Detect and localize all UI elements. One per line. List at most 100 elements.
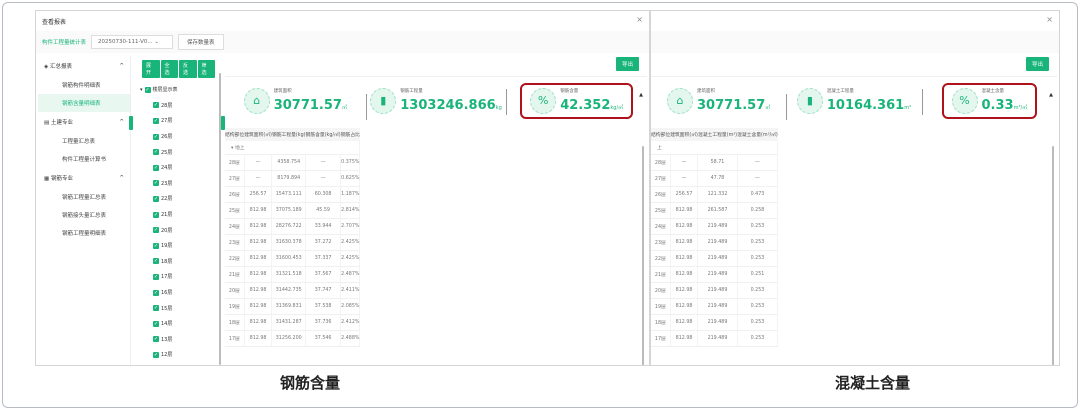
column-header[interactable]: 结构部位 (225, 128, 245, 141)
sidebar-item[interactable]: 工程量汇总表 (38, 132, 130, 150)
table-row[interactable]: 22层 812.98 31600.453 37.337 2.425% (225, 250, 361, 267)
checkbox[interactable]: ✓ (153, 164, 159, 171)
checkbox[interactable]: ✓ (153, 117, 159, 124)
table-scrollbar[interactable] (1052, 146, 1054, 365)
ratio-icon: % (530, 87, 557, 114)
tree-floor-node[interactable]: ✓ 13层 (136, 332, 221, 348)
tree-button[interactable]: 筛选 (197, 60, 215, 78)
tree-button[interactable]: 反选 (179, 60, 197, 78)
sidebar-item[interactable]: 钢筋含量明细表 (38, 94, 130, 112)
tree-floor-node[interactable]: ✓ 26层 (136, 129, 221, 145)
tree-floor-node[interactable]: ✓ 16层 (136, 285, 221, 301)
table-scrollbar[interactable] (642, 146, 644, 365)
tree-floor-node[interactable]: ✓ 27层 (136, 113, 221, 129)
bar-chart-icon: ▮ (796, 87, 823, 114)
collapse-cards-icon[interactable]: ▲ (639, 92, 643, 98)
checkbox[interactable]: ✓ (153, 102, 159, 109)
column-header[interactable]: 建筑面积(㎡) (244, 128, 272, 141)
tree-floor-node[interactable]: ✓ 14层 (136, 316, 221, 332)
table-row[interactable]: 27层 —8179.894—0.625% (225, 170, 361, 187)
checkbox[interactable]: ✓ (153, 273, 159, 280)
column-header[interactable]: 混凝土工程量(m³) (697, 128, 738, 141)
table-row[interactable]: 21层 812.98 219.489 0.251 (651, 266, 779, 283)
table-row[interactable]: 28层 —4358.754—0.375% (225, 154, 361, 171)
table-row[interactable]: 19层 812.98 31369.831 37.538 2.085% (225, 298, 361, 315)
table-row[interactable]: 25层 812.98 261.587 0.258 (651, 202, 779, 219)
collapse-cards-icon[interactable]: ▲ (1049, 92, 1053, 98)
tree-floor-node[interactable]: ✓ 22层 (136, 191, 221, 207)
column-header[interactable]: 建筑面积(㎡) (670, 128, 698, 141)
version-dropdown[interactable]: 20250730-111-V0... ⌄ (91, 35, 174, 49)
sidebar-item[interactable]: 钢筋工程量汇总表 (38, 188, 130, 206)
checkbox[interactable]: ✓ (153, 180, 159, 187)
table-row[interactable]: 25层 812.98 37075.189 45.59 2.814% (225, 202, 361, 219)
tree-floor-node[interactable]: ✓ 24层 (136, 160, 221, 176)
tree-floor-node[interactable]: ✓ 15层 (136, 300, 221, 316)
table-row[interactable]: 21层 812.98 31321.518 37.567 2.487% (225, 266, 361, 283)
checkbox[interactable]: ✓ (153, 211, 159, 218)
tree-button[interactable]: 全选 (160, 60, 178, 78)
sidebar-item[interactable]: 钢筋构件明细表 (38, 76, 130, 94)
table-row[interactable]: 20层 812.98 31442.735 37.747 2.411% (225, 282, 361, 299)
tree-floor-node[interactable]: ✓ 18层 (136, 254, 221, 270)
tree-floor-node[interactable]: ✓ 25层 (136, 144, 221, 160)
checkbox[interactable]: ✓ (153, 305, 159, 312)
checkbox[interactable]: ✓ (153, 133, 159, 140)
tree-root[interactable]: ▾ ✓ 楼层显示表 (136, 82, 221, 98)
sidebar-item[interactable]: 钢筋接头量汇总表 (38, 206, 130, 224)
tree-floor-node[interactable]: ✓ 19层 (136, 238, 221, 254)
close-icon[interactable]: × (636, 15, 643, 24)
table-row[interactable]: 23层 812.98 31630.378 37.272 2.425% (225, 234, 361, 251)
checkbox[interactable]: ✓ (144, 86, 151, 93)
close-icon[interactable]: × (1046, 15, 1053, 24)
sidebar-item[interactable]: 构件工程量计算书 (38, 150, 130, 168)
tree-floor-node[interactable]: ✓ 21层 (136, 207, 221, 223)
checkbox[interactable]: ✓ (153, 258, 159, 265)
checkbox[interactable]: ✓ (153, 227, 159, 234)
checkbox[interactable]: ✓ (153, 289, 159, 296)
column-header[interactable]: 钢筋占比 (340, 128, 360, 141)
tree-floor-node[interactable]: ✓ 23层 (136, 176, 221, 192)
sidebar-group[interactable]: ▤ 土建专业 ^ (38, 112, 130, 132)
tree-floor-node[interactable]: ✓ 28层 (136, 98, 221, 114)
table-row[interactable]: 23层 812.98 219.489 0.253 (651, 234, 779, 251)
table-row[interactable]: 26层 256.57 15473.111 60.308 1.187% (225, 186, 361, 203)
checkbox[interactable]: ✓ (153, 242, 159, 249)
column-header[interactable]: 钢筋工程量(kg) (271, 128, 306, 141)
table-row[interactable]: 26层 256.57 121.332 0.473 (651, 186, 779, 203)
sidebar-group[interactable]: ◈ 汇总报表 ^ (38, 56, 130, 76)
tree-button[interactable]: 展开 (142, 60, 160, 78)
table-row[interactable]: 28层 —58.71— (651, 154, 779, 171)
checkbox[interactable]: ✓ (153, 149, 159, 156)
table-row[interactable]: 17层 812.98 31256.200 37.546 2.488% (225, 330, 361, 347)
table-row[interactable]: 17层 812.98 219.489 0.253 (651, 330, 779, 347)
collapse-sidebar-handle[interactable] (129, 116, 133, 130)
checkbox[interactable]: ✓ (153, 351, 159, 358)
tree-floor-node[interactable]: ✓ 12层 (136, 347, 221, 363)
tree-floor-node[interactable]: ✓ 17层 (136, 269, 221, 285)
column-header[interactable]: 混凝土含量(m³/㎡) (737, 128, 778, 141)
table-row[interactable]: 19层 812.98 219.489 0.253 (651, 298, 779, 315)
table-row[interactable]: 18层 812.98 31431.287 37.736 2.412% (225, 314, 361, 331)
tree-floor-node[interactable]: ✓ 20层 (136, 222, 221, 238)
tree-floor-node[interactable]: ✓11层 (136, 363, 221, 365)
table-row[interactable]: 24层 812.98 219.489 0.253 (651, 218, 779, 235)
sidebar-group[interactable]: ▦ 钢筋专业 ^ (38, 168, 130, 188)
column-header[interactable]: 结构部位 (651, 128, 671, 141)
sidebar-item[interactable]: 钢筋工程量明细表 (38, 224, 130, 242)
group-row[interactable]: 上 (651, 141, 779, 155)
export-button[interactable]: 导出 (1025, 57, 1049, 71)
group-row[interactable]: ▾ 地上 (225, 141, 361, 155)
table-row[interactable]: 18层 812.98 219.489 0.253 (651, 314, 779, 331)
export-button[interactable]: 导出 (615, 57, 639, 71)
table-row[interactable]: 22层 812.98 219.489 0.253 (651, 250, 779, 267)
table-cell: 812.98 (670, 218, 699, 235)
checkbox[interactable]: ✓ (153, 336, 159, 343)
save-table-button[interactable]: 保存数量表 (178, 34, 224, 50)
checkbox[interactable]: ✓ (153, 195, 159, 202)
column-header[interactable]: 钢筋含量(kg/㎡) (305, 128, 341, 141)
table-row[interactable]: 27层 —47.78— (651, 170, 779, 187)
table-row[interactable]: 20层 812.98 219.489 0.253 (651, 282, 779, 299)
checkbox[interactable]: ✓ (153, 320, 159, 327)
table-row[interactable]: 24层 812.98 28276.722 33.944 2.707% (225, 218, 361, 235)
